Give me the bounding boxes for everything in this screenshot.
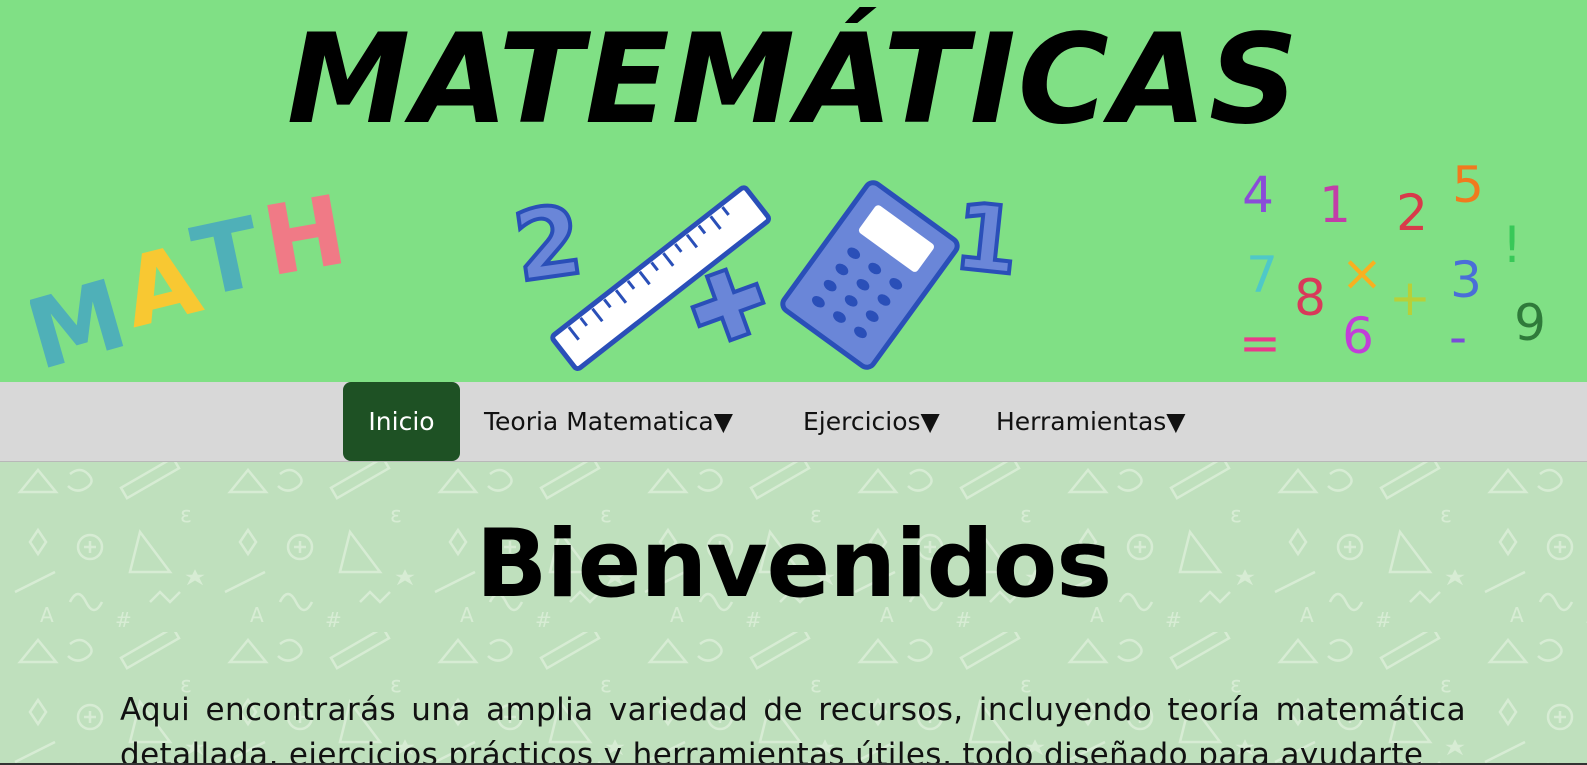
math-word-illustration: M A T H [30, 174, 354, 380]
math-tools-illustration: 2 1 [510, 180, 1020, 372]
site-banner: MATEMÁTICAS M A T H 2 1 4 1 2 5 7 8 × + … [0, 0, 1587, 382]
plus-sign: + [1389, 269, 1431, 327]
number-2: 2 [1396, 184, 1428, 242]
minus-sign: - [1449, 308, 1467, 366]
number-7: 7 [1246, 246, 1278, 304]
digit-one-icon: 1 [949, 183, 1020, 296]
number-9: 9 [1514, 294, 1546, 352]
number-3: 3 [1450, 251, 1482, 309]
times-sign: × [1341, 244, 1383, 302]
number-8: 8 [1294, 269, 1326, 327]
nav-herramientas[interactable]: Herramientas▼ [996, 382, 1186, 461]
intro-paragraph: Aqui encontrarás una amplia variedad de … [120, 692, 1466, 765]
number-4: 4 [1242, 166, 1274, 224]
nav-teoria-matematica[interactable]: Teoria Matematica▼ [484, 382, 733, 461]
number-6: 6 [1342, 307, 1374, 365]
number-5: 5 [1452, 156, 1484, 214]
site-title: MATEMÁTICAS [286, 8, 1301, 152]
main-nav: Inicio Teoria Matematica▼ Ejercicios▼ He… [0, 382, 1587, 462]
exclamation-sign: ! [1502, 216, 1522, 274]
nav-inicio[interactable]: Inicio [343, 382, 460, 461]
numbers-illustration: 4 1 2 5 7 8 × + 3 ! = 6 - 9 [1239, 156, 1546, 370]
digit-two-icon: 2 [510, 184, 589, 304]
main-content: ε A # Bienvenidos Aqui encontrarás una a… [0, 462, 1587, 765]
number-1: 1 [1319, 176, 1351, 234]
nav-ejercicios[interactable]: Ejercicios▼ [803, 382, 940, 461]
page-heading: Bienvenidos [475, 510, 1113, 619]
equals-sign: = [1239, 314, 1281, 370]
calculator-icon [780, 180, 960, 370]
math-letter-h: H [255, 174, 354, 298]
